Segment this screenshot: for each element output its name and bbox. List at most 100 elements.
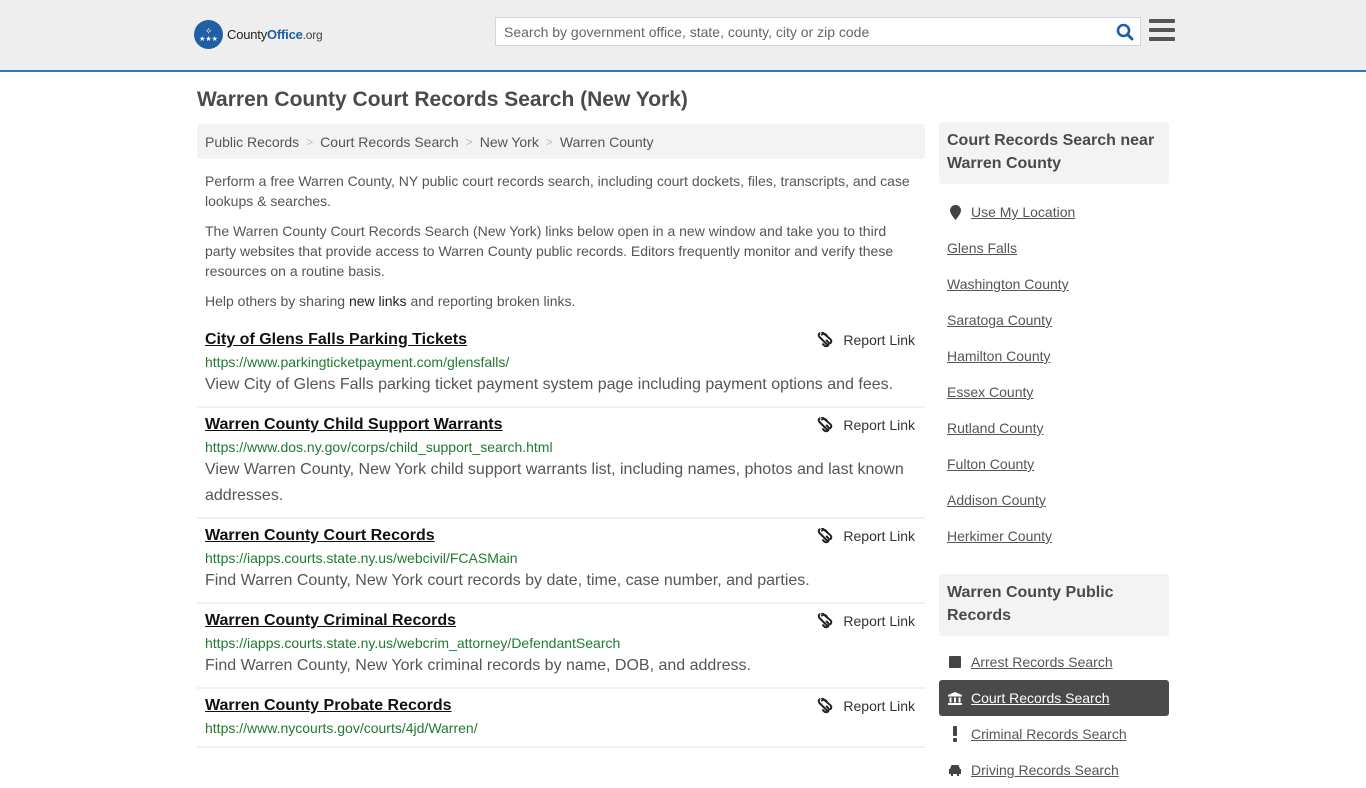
nearby-link[interactable]: Glens Falls <box>947 240 1017 256</box>
report-link-button[interactable]: Report Link <box>817 329 915 351</box>
nearby-item[interactable]: Fulton County <box>939 446 1169 482</box>
broken-link-icon <box>818 417 833 433</box>
broken-link-icon <box>818 698 833 714</box>
breadcrumb: Public Records > Court Records Search > … <box>197 124 925 159</box>
result-item: Warren County Child Support Warrants Repo… <box>197 408 925 519</box>
results-list: City of Glens Falls Parking Tickets Repor… <box>197 329 925 748</box>
nearby-item[interactable]: Saratoga County <box>939 302 1169 338</box>
new-links-link[interactable]: new links <box>349 293 407 309</box>
search-box <box>495 17 1141 46</box>
nearby-link[interactable]: Addison County <box>947 492 1046 508</box>
breadcrumb-separator: > <box>545 134 553 149</box>
report-link-label: Report Link <box>843 528 915 544</box>
public-records-item[interactable]: Driving Records Search <box>939 752 1169 788</box>
logo-org: .org <box>302 28 323 42</box>
result-url[interactable]: https://www.parkingticketpayment.com/gle… <box>205 352 917 372</box>
public-records-title: Warren County Public Records <box>939 574 1169 636</box>
result-description: Find Warren County, New York criminal re… <box>205 657 751 674</box>
result-url[interactable]: https://www.nycourts.gov/courts/4jd/Warr… <box>205 718 917 738</box>
exclamation-icon <box>947 726 963 742</box>
report-link-button[interactable]: Report Link <box>817 525 915 547</box>
public-records-item[interactable]: Arrest Records Search <box>939 644 1169 680</box>
broken-link-icon <box>818 613 833 629</box>
breadcrumb-warren-county[interactable]: Warren County <box>560 134 654 150</box>
result-description: View City of Glens Falls parking ticket … <box>205 376 894 393</box>
help-text: and reporting broken links. <box>406 293 576 309</box>
nearby-item[interactable]: Essex County <box>939 374 1169 410</box>
search-button[interactable] <box>1110 18 1140 45</box>
nearby-item[interactable]: Addison County <box>939 482 1169 518</box>
nearby-link[interactable]: Washington County <box>947 276 1069 292</box>
result-item: City of Glens Falls Parking Tickets Repor… <box>197 329 925 408</box>
courthouse-icon <box>947 691 963 705</box>
search-input[interactable] <box>496 18 1110 45</box>
result-url[interactable]: https://iapps.courts.state.ny.us/webcrim… <box>205 633 917 653</box>
breadcrumb-court-records-search[interactable]: Court Records Search <box>320 134 459 150</box>
report-link-label: Report Link <box>843 698 915 714</box>
report-link-button[interactable]: Report Link <box>817 414 915 436</box>
intro-text: Perform a free Warren County, NY public … <box>197 171 925 311</box>
logo[interactable]: ✧ ★★★ CountyOffice.org <box>194 20 323 49</box>
public-records-item[interactable]: Criminal Records Search <box>939 716 1169 752</box>
result-title-link[interactable]: Warren County Child Support Warrants <box>205 414 502 436</box>
result-title-link[interactable]: Warren County Criminal Records <box>205 610 456 632</box>
search-icon <box>1116 23 1134 40</box>
breadcrumb-new-york[interactable]: New York <box>480 134 539 150</box>
nearby-item[interactable]: Rutland County <box>939 410 1169 446</box>
nearby-section-title: Court Records Search near Warren County <box>939 122 1169 184</box>
result-description: View Warren County, New York child suppo… <box>205 461 904 504</box>
use-my-location-link[interactable]: Use My Location <box>971 204 1075 220</box>
result-title-link[interactable]: Warren County Probate Records <box>205 695 452 717</box>
breadcrumb-public-records[interactable]: Public Records <box>205 134 299 150</box>
report-link-button[interactable]: Report Link <box>817 610 915 632</box>
broken-link-icon <box>818 332 833 348</box>
result-title-link[interactable]: Warren County Court Records <box>205 525 435 547</box>
result-item: Warren County Court Records Report Link ht… <box>197 519 925 604</box>
nearby-link[interactable]: Rutland County <box>947 420 1044 436</box>
nearby-list: Use My Location Glens Falls Washington Co… <box>939 194 1169 554</box>
result-url[interactable]: https://www.dos.ny.gov/corps/child_suppo… <box>205 437 917 457</box>
logo-office: Office <box>267 27 303 42</box>
breadcrumb-separator: > <box>306 134 314 149</box>
public-records-section: Warren County Public Records Arrest Reco… <box>939 574 1169 788</box>
public-records-link[interactable]: Driving Records Search <box>971 762 1119 778</box>
public-records-link[interactable]: Court Records Search <box>971 690 1110 706</box>
result-item: Warren County Criminal Records Report Lin… <box>197 604 925 689</box>
page-title: Warren County Court Records Search (New … <box>197 88 688 111</box>
map-marker-icon <box>947 204 963 220</box>
use-my-location[interactable]: Use My Location <box>939 194 1169 230</box>
nearby-link[interactable]: Saratoga County <box>947 312 1052 328</box>
report-link-label: Report Link <box>843 332 915 348</box>
help-text: Help others by sharing <box>205 293 349 309</box>
nearby-item[interactable]: Washington County <box>939 266 1169 302</box>
result-title-link[interactable]: City of Glens Falls Parking Tickets <box>205 329 467 351</box>
square-icon <box>947 656 963 668</box>
nearby-item[interactable]: Hamilton County <box>939 338 1169 374</box>
nearby-item[interactable]: Glens Falls <box>939 230 1169 266</box>
broken-link-icon <box>818 528 833 544</box>
logo-county: County <box>227 27 267 42</box>
logo-text: CountyOffice.org <box>227 27 323 42</box>
public-records-link[interactable]: Criminal Records Search <box>971 726 1127 742</box>
result-url[interactable]: https://iapps.courts.state.ny.us/webcivi… <box>205 548 917 568</box>
result-item: Warren County Probate Records Report Link… <box>197 689 925 748</box>
main-content: Public Records > Court Records Search > … <box>197 124 925 748</box>
hamburger-menu-icon[interactable] <box>1149 19 1175 42</box>
public-records-list: Arrest Records Search Court Records Searc… <box>939 644 1169 788</box>
report-link-button[interactable]: Report Link <box>817 695 915 717</box>
sidebar: Court Records Search near Warren County … <box>939 122 1169 788</box>
nearby-link[interactable]: Fulton County <box>947 456 1034 472</box>
nearby-item[interactable]: Herkimer County <box>939 518 1169 554</box>
eagle-logo-icon: ✧ ★★★ <box>194 20 223 49</box>
public-records-item[interactable]: Court Records Search <box>939 680 1169 716</box>
intro-paragraph: The Warren County Court Records Search (… <box>205 223 894 279</box>
result-description: Find Warren County, New York court recor… <box>205 572 810 589</box>
nearby-link[interactable]: Hamilton County <box>947 348 1051 364</box>
car-icon <box>947 764 963 776</box>
nearby-link[interactable]: Essex County <box>947 384 1033 400</box>
nearby-link[interactable]: Herkimer County <box>947 528 1052 544</box>
report-link-label: Report Link <box>843 613 915 629</box>
breadcrumb-separator: > <box>465 134 473 149</box>
public-records-link[interactable]: Arrest Records Search <box>971 654 1113 670</box>
help-paragraph: Help others by sharing new links and rep… <box>205 291 917 311</box>
